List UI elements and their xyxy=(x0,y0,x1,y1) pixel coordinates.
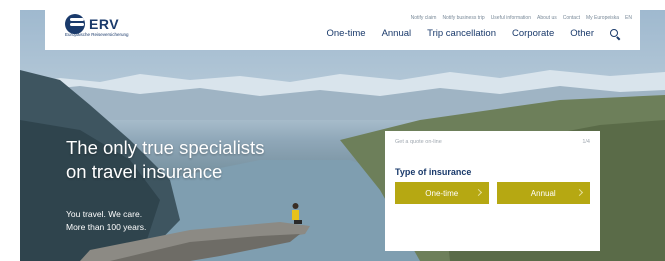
hero-tagline: You travel. We care. More than 100 years… xyxy=(66,208,146,234)
link-about-us[interactable]: About us xyxy=(537,15,557,21)
hero-headline-line1: The only true specialists xyxy=(66,137,265,158)
one-time-button[interactable]: One-time xyxy=(395,182,489,204)
hero-tagline-line1: You travel. We care. xyxy=(66,209,143,219)
search-icon[interactable] xyxy=(610,28,620,39)
quote-card-title: Get a quote on-line xyxy=(395,139,442,145)
quote-step-indicator: 1/4 xyxy=(582,139,590,145)
quote-card: Get a quote on-line 1/4 Type of insuranc… xyxy=(385,131,600,251)
hero-tagline-line2: More than 100 years. xyxy=(66,222,147,232)
annual-button[interactable]: Annual xyxy=(496,182,590,204)
chevron-right-icon xyxy=(575,188,584,197)
top-navigation-bar: ERV Europäische Reiseversicherung Notify… xyxy=(45,0,640,50)
nav-trip-cancellation[interactable]: Trip cancellation xyxy=(427,28,496,39)
link-useful-information[interactable]: Useful information xyxy=(491,15,531,21)
nav-other[interactable]: Other xyxy=(570,28,594,39)
hero-headline: The only true specialists on travel insu… xyxy=(66,136,264,184)
quote-card-header: Get a quote on-line 1/4 xyxy=(395,139,590,145)
nav-corporate[interactable]: Corporate xyxy=(512,28,554,39)
link-contact[interactable]: Contact xyxy=(563,15,580,21)
chevron-right-icon xyxy=(474,188,482,197)
utility-links: Notify claim Notify business trip Useful… xyxy=(411,15,632,21)
main-navigation: One-time Annual Trip cancellation Corpor… xyxy=(326,28,620,39)
link-notify-claim[interactable]: Notify claim xyxy=(411,15,437,21)
brand-subtitle: Europäische Reiseversicherung xyxy=(65,32,129,37)
nav-annual[interactable]: Annual xyxy=(382,28,412,39)
hero-headline-line2: on travel insurance xyxy=(66,161,223,182)
insurance-type-options: One-time Annual xyxy=(395,182,590,204)
one-time-button-label: One-time xyxy=(425,188,459,198)
language-switch[interactable]: EN xyxy=(625,15,632,21)
erv-logo-icon xyxy=(65,14,85,34)
link-notify-business-trip[interactable]: Notify business trip xyxy=(442,15,484,21)
nav-one-time[interactable]: One-time xyxy=(326,28,365,39)
link-my-account[interactable]: My Europeiska xyxy=(586,15,619,21)
insurance-type-label: Type of insurance xyxy=(395,167,472,177)
annual-button-label: Annual xyxy=(530,188,556,198)
brand-logo[interactable]: ERV xyxy=(65,14,119,34)
brand-name: ERV xyxy=(89,16,120,32)
